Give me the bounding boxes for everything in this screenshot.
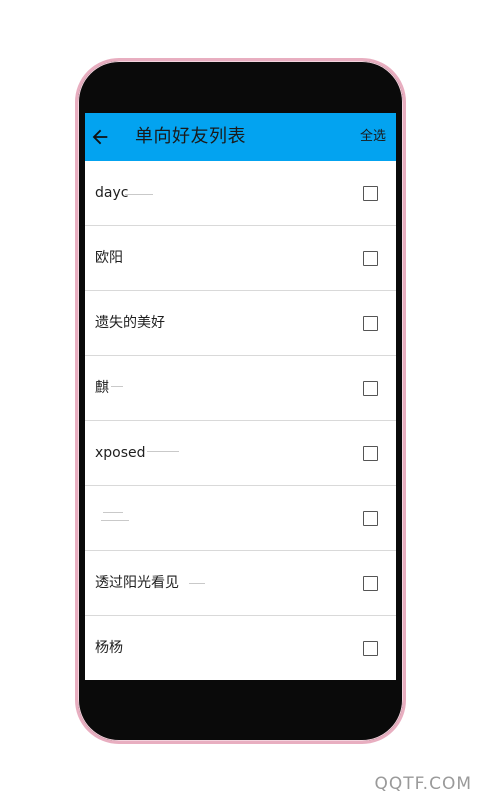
page-title: 单向好友列表 [135, 126, 246, 147]
redaction-mark [125, 194, 153, 195]
friend-name: 欧阳 [95, 250, 123, 266]
redaction-mark [147, 451, 179, 452]
list-item[interactable]: 麒 [85, 356, 396, 421]
redaction-mark [101, 520, 129, 521]
checkbox-unchecked-icon[interactable] [363, 186, 378, 201]
list-item[interactable]: 透过阳光看见 [85, 551, 396, 616]
friend-name: xposed [95, 445, 146, 461]
arrow-left-icon[interactable] [89, 126, 111, 148]
app-bar: 单向好友列表 全选 [85, 113, 396, 161]
watermark-text: QQTF.COM [374, 774, 472, 794]
redaction-mark [111, 386, 123, 387]
list-item[interactable]: 遗失的美好 [85, 291, 396, 356]
checkbox-unchecked-icon[interactable] [363, 576, 378, 591]
checkbox-unchecked-icon[interactable] [363, 316, 378, 331]
friend-name: dayc [95, 185, 129, 201]
friend-name: 遗失的美好 [95, 315, 165, 331]
friend-name: 杨杨 [95, 640, 123, 656]
checkbox-unchecked-icon[interactable] [363, 641, 378, 656]
list-item[interactable]: 欧阳 [85, 226, 396, 291]
list-item[interactable]: xposed [85, 421, 396, 486]
friend-name: 透过阳光看见 [95, 575, 179, 591]
checkbox-unchecked-icon[interactable] [363, 251, 378, 266]
app-screen: 单向好友列表 全选 dayc 欧阳 遗失的美好 麒 xposed 透过阳光看见 … [85, 113, 396, 680]
select-all-button[interactable]: 全选 [360, 128, 386, 146]
redaction-mark [103, 512, 123, 513]
checkbox-unchecked-icon[interactable] [363, 381, 378, 396]
friend-name: 麒 [95, 380, 109, 396]
list-item[interactable]: dayc [85, 161, 396, 226]
checkbox-unchecked-icon[interactable] [363, 446, 378, 461]
list-item[interactable]: 杨杨 [85, 616, 396, 680]
list-item[interactable] [85, 486, 396, 551]
checkbox-unchecked-icon[interactable] [363, 511, 378, 526]
redaction-mark [189, 583, 205, 584]
friend-list: dayc 欧阳 遗失的美好 麒 xposed 透过阳光看见 杨杨 [85, 161, 396, 680]
